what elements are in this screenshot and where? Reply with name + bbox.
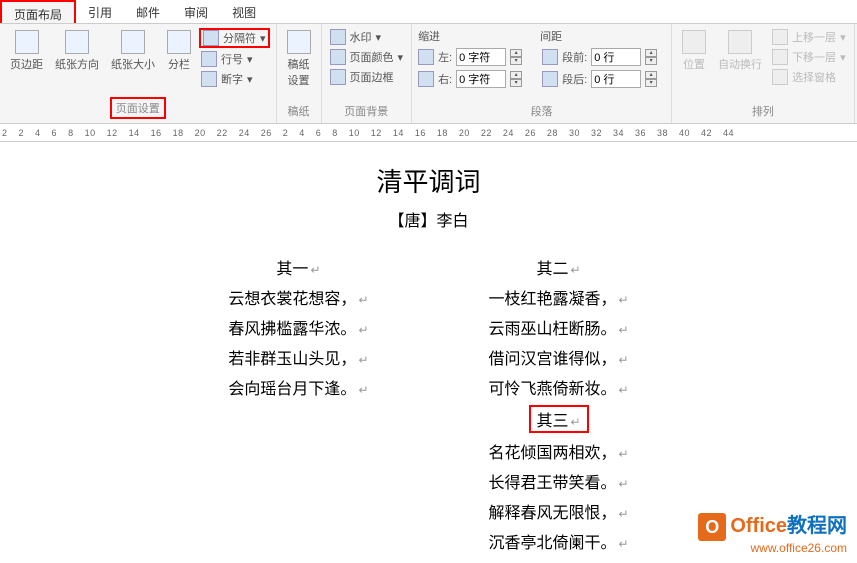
stationery-label: 稿纸 — [283, 101, 315, 119]
spacing-before-input[interactable] — [591, 48, 641, 66]
spin-up[interactable]: ▴ — [510, 71, 522, 79]
indent-heading: 缩进 — [418, 28, 440, 44]
line-numbers-button[interactable]: 行号 ▾ — [199, 50, 270, 68]
poem-line: 春风拂槛露华浓。↵ — [228, 315, 368, 339]
paragraph-label: 段落 — [418, 101, 665, 119]
tab-page-layout[interactable]: 页面布局 — [0, 0, 76, 23]
indent-right-icon — [418, 71, 434, 87]
page-color-button[interactable]: 页面颜色 ▾ — [328, 48, 406, 66]
horizontal-ruler[interactable]: 2246810121416182022242624681012141618202… — [0, 124, 857, 142]
selection-pane-icon — [772, 69, 788, 85]
size-button[interactable]: 纸张大小 — [107, 28, 159, 74]
site-watermark: OOffice教程网 www.office26.com — [698, 509, 847, 555]
page-background-label: 页面背景 — [328, 101, 406, 119]
tab-view[interactable]: 视图 — [220, 0, 268, 23]
ribbon: 页边距 纸张方向 纸张大小 分栏 分隔符 ▾ 行号 ▾ 断字 ▾ 页面设置 稿纸… — [0, 24, 857, 124]
bring-forward-button: 上移一层 ▾ — [770, 28, 848, 46]
spin-up[interactable]: ▴ — [510, 49, 522, 57]
indent-left-icon — [418, 49, 434, 65]
document-page: 清平调词 【唐】李白 其一↵ 云想衣裳花想容，↵ 春风拂槛露华浓。↵ 若非群玉山… — [0, 142, 857, 553]
orientation-icon — [65, 30, 89, 54]
indent-right-row: 右: ▴▾ — [418, 70, 522, 88]
send-backward-button: 下移一层 ▾ — [770, 48, 848, 66]
size-icon — [121, 30, 145, 54]
spin-down[interactable]: ▾ — [645, 79, 657, 87]
stationery-settings-button[interactable]: 稿纸 设置 — [283, 28, 315, 90]
ribbon-tabs: 页面布局 引用 邮件 审阅 视图 — [0, 0, 857, 24]
margins-button[interactable]: 页边距 — [6, 28, 47, 74]
group-page-background: 水印 ▾ 页面颜色 ▾ 页面边框 页面背景 — [322, 24, 413, 123]
spin-down[interactable]: ▾ — [645, 57, 657, 65]
hyphenation-button[interactable]: 断字 ▾ — [199, 70, 270, 88]
page-border-icon — [330, 69, 346, 85]
selection-pane-button[interactable]: 选择窗格 — [770, 68, 848, 86]
group-paragraph: 缩进 间距 左: ▴▾ 段前: ▴▾ — [412, 24, 672, 123]
bring-forward-icon — [772, 29, 788, 45]
margins-icon — [15, 30, 39, 54]
poem-heading-1: 其一↵ — [228, 255, 368, 279]
breaks-button[interactable]: 分隔符 ▾ — [199, 28, 270, 48]
position-icon — [682, 30, 706, 54]
poem-line: 解释春风无限恨，↵ — [489, 499, 629, 523]
spin-up[interactable]: ▴ — [645, 71, 657, 79]
site-url: www.office26.com — [698, 541, 847, 555]
spacing-before-icon — [542, 49, 558, 65]
tab-mail[interactable]: 邮件 — [124, 0, 172, 23]
spacing-after-row: 段后: ▴▾ — [542, 70, 657, 88]
page-setup-label: 页面设置 — [110, 97, 166, 119]
spin-down[interactable]: ▾ — [510, 79, 522, 87]
group-stationery: 稿纸 设置 稿纸 — [277, 24, 322, 123]
wrap-icon — [728, 30, 752, 54]
page-color-icon — [330, 49, 346, 65]
poem-line: 可怜飞燕倚新妆。↵ — [489, 375, 629, 399]
indent-left-row: 左: ▴▾ — [418, 48, 522, 66]
send-backward-icon — [772, 49, 788, 65]
columns-icon — [167, 30, 191, 54]
poem-heading-2: 其二↵ — [489, 255, 629, 279]
poem-line: 沉香亭北倚阑干。↵ — [489, 529, 629, 553]
indent-left-input[interactable] — [456, 48, 506, 66]
breaks-icon — [203, 30, 219, 46]
poem-line: 名花倾国两相欢，↵ — [489, 439, 629, 463]
group-arrange: 位置 自动换行 上移一层 ▾ 下移一层 ▾ 选择窗格 排列 — [672, 24, 855, 123]
poem-line: 若非群玉山头见，↵ — [228, 345, 368, 369]
poem-line: 长得君王带笑看。↵ — [489, 469, 629, 493]
line-numbers-icon — [201, 51, 217, 67]
orientation-button[interactable]: 纸张方向 — [51, 28, 103, 74]
hyphenation-icon — [201, 71, 217, 87]
tab-review[interactable]: 审阅 — [172, 0, 220, 23]
stationery-icon — [287, 30, 311, 54]
poem-line: 一枝红艳露凝香，↵ — [489, 285, 629, 309]
poem-line: 会向瑶台月下逢。↵ — [228, 375, 368, 399]
poem-line: 云想衣裳花想容，↵ — [228, 285, 368, 309]
document-subtitle: 【唐】李白 — [0, 207, 857, 231]
poem-column-2: 其二↵ 一枝红艳露凝香，↵ 云雨巫山枉断肠。↵ 借问汉宫谁得似，↵ 可怜飞燕倚新… — [489, 255, 629, 553]
document-title: 清平调词 — [0, 162, 857, 199]
spacing-heading: 间距 — [540, 28, 562, 44]
poem-line: 云雨巫山枉断肠。↵ — [489, 315, 629, 339]
page-border-button[interactable]: 页面边框 — [328, 68, 406, 86]
spacing-after-icon — [542, 71, 558, 87]
spin-down[interactable]: ▾ — [510, 57, 522, 65]
watermark-button[interactable]: 水印 ▾ — [328, 28, 406, 46]
spacing-after-input[interactable] — [591, 70, 641, 88]
position-button: 位置 — [678, 28, 710, 74]
poem-heading-3: 其三↵ — [489, 405, 629, 433]
wrap-button: 自动换行 — [714, 28, 766, 74]
watermark-icon — [330, 29, 346, 45]
group-page-setup: 页边距 纸张方向 纸张大小 分栏 分隔符 ▾ 行号 ▾ 断字 ▾ 页面设置 — [0, 24, 277, 123]
spin-up[interactable]: ▴ — [645, 49, 657, 57]
indent-right-input[interactable] — [456, 70, 506, 88]
arrange-label: 排列 — [678, 101, 848, 119]
tab-reference[interactable]: 引用 — [76, 0, 124, 23]
spacing-before-row: 段前: ▴▾ — [542, 48, 657, 66]
office-logo-icon: O — [698, 513, 726, 541]
poem-column-1: 其一↵ 云想衣裳花想容，↵ 春风拂槛露华浓。↵ 若非群玉山头见，↵ 会向瑶台月下… — [228, 255, 368, 553]
poem-line: 借问汉宫谁得似，↵ — [489, 345, 629, 369]
columns-button[interactable]: 分栏 — [163, 28, 195, 74]
